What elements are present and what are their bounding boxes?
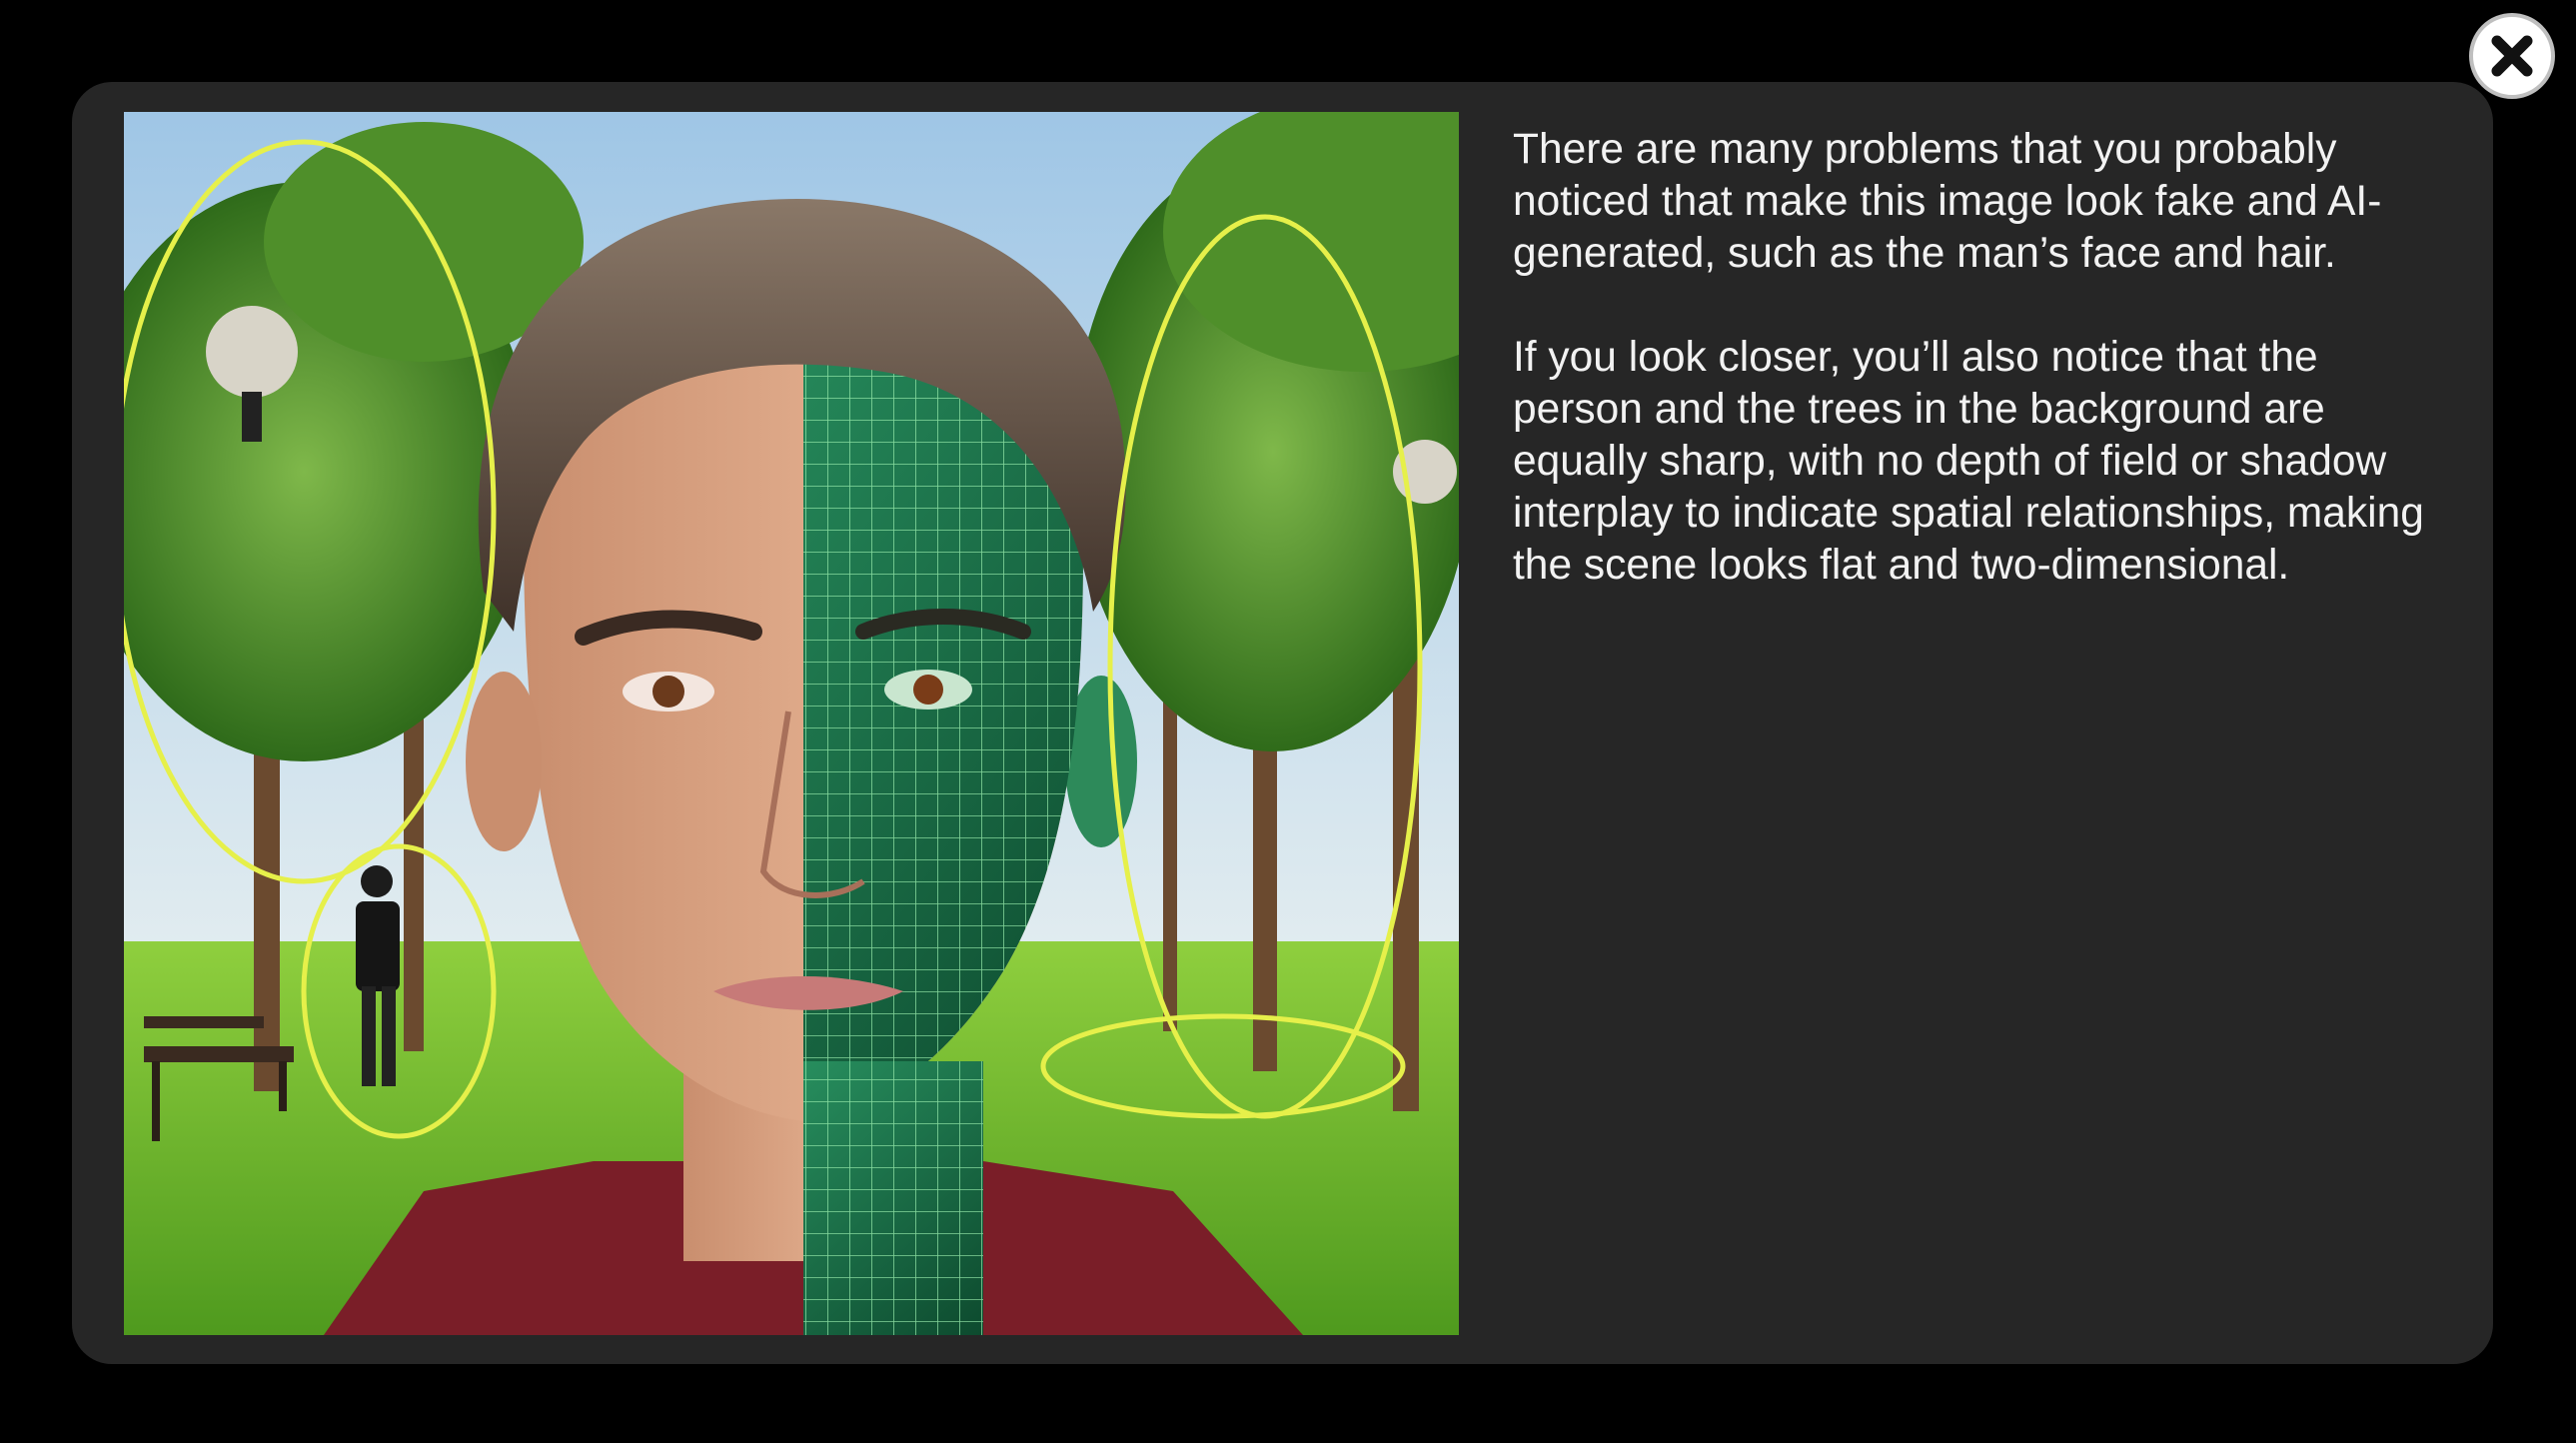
paragraph-2: If you look closer, you’ll also notice t…: [1513, 334, 2424, 589]
ai-generated-photo: [124, 112, 1459, 1335]
modal-dialog: There are many problems that you probabl…: [72, 82, 2493, 1364]
close-icon: [2480, 24, 2544, 88]
close-button[interactable]: [2469, 13, 2555, 99]
explanation-text: There are many problems that you probabl…: [1513, 124, 2447, 644]
screen: There are many problems that you probabl…: [0, 0, 2576, 1443]
paragraph-1: There are many problems that you probabl…: [1513, 126, 2382, 277]
